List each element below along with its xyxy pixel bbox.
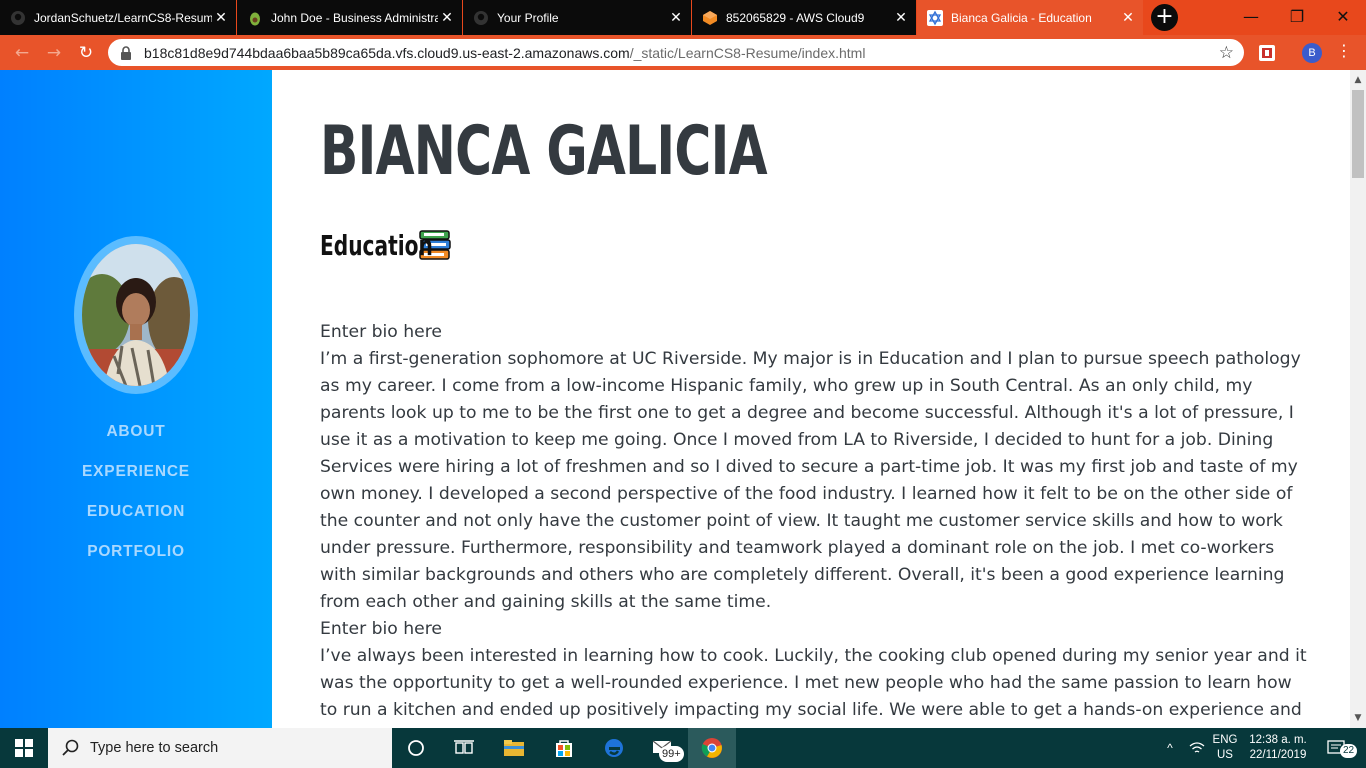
region-code: US bbox=[1217, 749, 1233, 761]
main-content: BIANCA GALICIA Education Enter bio here … bbox=[272, 70, 1350, 728]
tray-chevron-icon[interactable]: ^ bbox=[1160, 728, 1180, 768]
page-viewport: ABOUT EXPERIENCE EDUCATION PORTFOLIO BIA… bbox=[0, 70, 1366, 728]
scroll-up-icon[interactable]: ▲ bbox=[1350, 72, 1366, 88]
nav-link-portfolio[interactable]: PORTFOLIO bbox=[0, 542, 272, 582]
scrollbar-thumb[interactable] bbox=[1352, 90, 1364, 178]
browser-tab[interactable]: 852065829 - AWS Cloud9 ✕ bbox=[692, 0, 916, 35]
browser-tab[interactable]: JordanSchuetz/LearnCS8-Resume ✕ bbox=[0, 0, 236, 35]
notification-count: 22 bbox=[1340, 744, 1358, 758]
tab-strip: JordanSchuetz/LearnCS8-Resume ✕ John Doe… bbox=[0, 0, 1366, 35]
bio-paragraph: I’m a first-generation sophomore at UC R… bbox=[320, 349, 1301, 612]
action-center-icon[interactable]: 22 bbox=[1318, 728, 1358, 768]
address-bar[interactable]: b18c81d8e9d744bdaa6baa5b89ca65da.vfs.clo… bbox=[108, 39, 1244, 66]
file-explorer-icon[interactable] bbox=[490, 728, 538, 768]
url-host: b18c81d8e9d744bdaa6baa5b89ca65da.vfs.clo… bbox=[144, 44, 630, 61]
nav-link-experience[interactable]: EXPERIENCE bbox=[0, 462, 272, 502]
language-code: ENG bbox=[1212, 734, 1238, 746]
lock-icon bbox=[120, 45, 134, 60]
url-path: /_static/LearnCS8-Resume/index.html bbox=[629, 44, 866, 61]
bio-paragraph: I’ve always been interested in learning … bbox=[320, 646, 1307, 720]
edge-icon[interactable] bbox=[590, 728, 638, 768]
cloud9-icon bbox=[702, 10, 718, 26]
bookmark-star-icon[interactable]: ☆ bbox=[1219, 43, 1234, 63]
extension-icon[interactable] bbox=[1258, 44, 1276, 62]
scroll-down-icon[interactable]: ▼ bbox=[1350, 710, 1366, 726]
clock-date: 22/11/2019 bbox=[1249, 749, 1307, 761]
close-window-icon[interactable]: ✕ bbox=[1320, 0, 1366, 32]
github-icon bbox=[10, 10, 26, 26]
section-title: Education bbox=[320, 228, 433, 262]
back-arrow-icon[interactable]: ← bbox=[6, 35, 38, 70]
language-indicator[interactable]: ENG US bbox=[1208, 728, 1242, 768]
notification-badge: 99+ bbox=[659, 746, 684, 762]
profile-photo bbox=[82, 244, 190, 386]
menu-dots-icon[interactable]: ⋮ bbox=[1336, 41, 1352, 60]
close-icon[interactable]: ✕ bbox=[212, 9, 230, 26]
bio-paragraph: Enter bio here bbox=[320, 322, 442, 342]
restore-icon[interactable]: ❐ bbox=[1274, 0, 1320, 32]
browser-tab[interactable]: John Doe - Business Administration ✕ bbox=[237, 0, 462, 35]
close-icon[interactable]: ✕ bbox=[438, 9, 456, 26]
url-text: b18c81d8e9d744bdaa6baa5b89ca65da.vfs.clo… bbox=[144, 45, 865, 61]
tab-title: John Doe - Business Administration bbox=[271, 10, 438, 25]
avocado-icon bbox=[247, 10, 263, 26]
taskbar-search-box[interactable]: Type here to search bbox=[48, 728, 392, 768]
mail-icon[interactable]: 99+ bbox=[640, 728, 688, 768]
close-icon[interactable]: ✕ bbox=[892, 9, 910, 26]
windows-start-icon[interactable] bbox=[0, 728, 48, 768]
profile-avatar[interactable]: B bbox=[1302, 43, 1322, 63]
section-heading: Education bbox=[320, 228, 452, 262]
bio-text: Enter bio here I’m a first-generation so… bbox=[320, 319, 1310, 724]
cortana-icon[interactable] bbox=[392, 728, 440, 768]
clock-time: 12:38 a. m. bbox=[1249, 734, 1307, 746]
sidebar-nav: ABOUT EXPERIENCE EDUCATION PORTFOLIO bbox=[0, 422, 272, 582]
star-of-david-icon bbox=[927, 9, 943, 26]
search-icon bbox=[62, 739, 80, 757]
nav-link-education[interactable]: EDUCATION bbox=[0, 502, 272, 542]
sidebar: ABOUT EXPERIENCE EDUCATION PORTFOLIO bbox=[0, 70, 272, 728]
bio-paragraph: Enter bio here bbox=[320, 619, 442, 639]
vertical-scrollbar[interactable]: ▲ ▼ bbox=[1350, 70, 1366, 728]
close-icon[interactable]: ✕ bbox=[667, 9, 685, 26]
minimize-icon[interactable]: — bbox=[1228, 0, 1274, 32]
tab-title: JordanSchuetz/LearnCS8-Resume bbox=[34, 10, 212, 25]
new-tab-button[interactable]: + bbox=[1151, 4, 1178, 31]
forward-arrow-icon[interactable]: → bbox=[38, 35, 70, 70]
search-placeholder: Type here to search bbox=[90, 740, 219, 756]
browser-toolbar: ← → ↻ b18c81d8e9d744bdaa6baa5b89ca65da.v… bbox=[0, 35, 1366, 70]
chrome-icon[interactable] bbox=[688, 728, 736, 768]
browser-tab[interactable]: Your Profile ✕ bbox=[463, 0, 691, 35]
wifi-icon[interactable] bbox=[1186, 728, 1208, 768]
github-icon bbox=[473, 10, 489, 26]
nav-link-about[interactable]: ABOUT bbox=[0, 422, 272, 462]
windows-taskbar: Type here to search 99+ ^ ENG US 12:38 a… bbox=[0, 728, 1366, 768]
task-view-icon[interactable] bbox=[440, 728, 488, 768]
tab-title: 852065829 - AWS Cloud9 bbox=[726, 10, 865, 25]
close-icon[interactable]: ✕ bbox=[1119, 9, 1137, 26]
reload-icon[interactable]: ↻ bbox=[70, 35, 102, 70]
browser-tab-active[interactable]: Bianca Galicia - Education ✕ bbox=[917, 0, 1143, 35]
profile-photo-frame bbox=[74, 236, 198, 394]
microsoft-store-icon[interactable] bbox=[540, 728, 588, 768]
clock[interactable]: 12:38 a. m. 22/11/2019 bbox=[1244, 728, 1312, 768]
page-title: BIANCA GALICIA bbox=[320, 112, 768, 191]
tab-title: Your Profile bbox=[497, 10, 559, 25]
tab-title: Bianca Galicia - Education bbox=[951, 10, 1092, 25]
